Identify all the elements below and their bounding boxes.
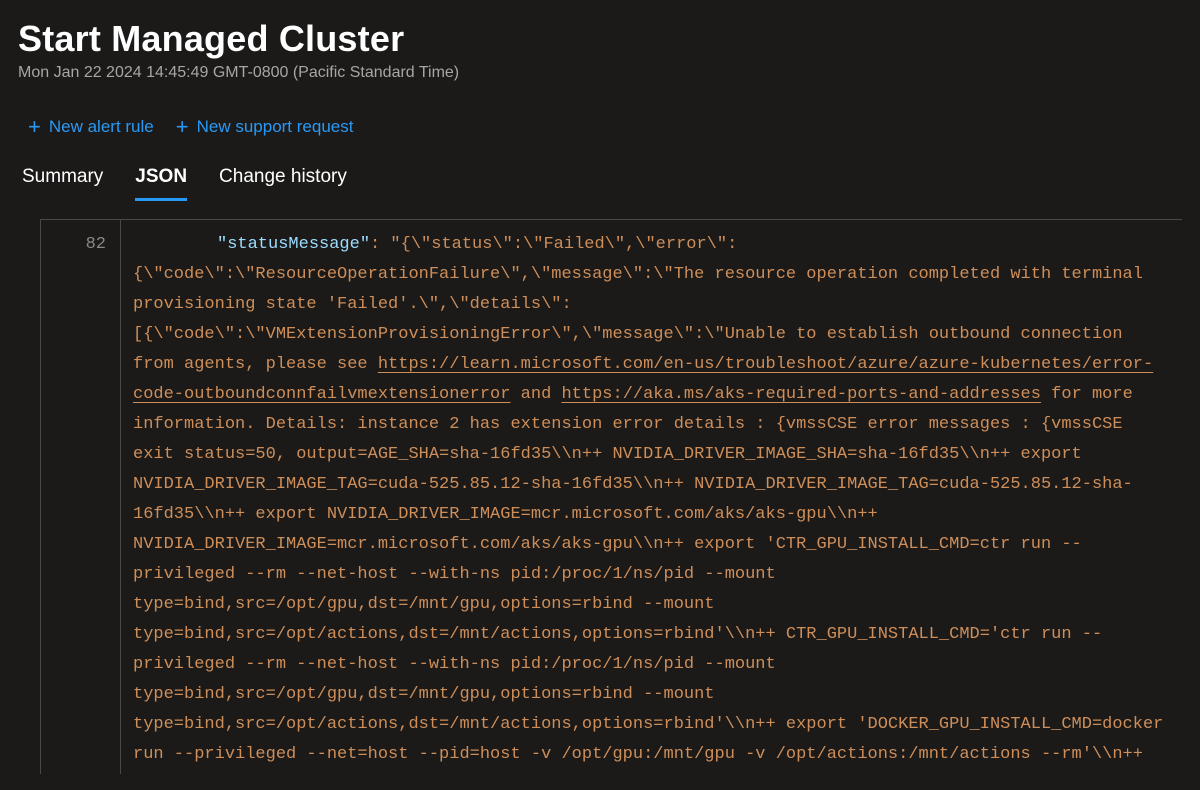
json-value-part1: : "{\"status\":\"Failed\",\"error\":{\"c…	[133, 235, 1153, 374]
new-alert-rule-button[interactable]: + New alert rule	[28, 116, 154, 138]
new-alert-label: New alert rule	[49, 117, 154, 137]
tab-summary[interactable]: Summary	[22, 166, 103, 201]
tab-change-history[interactable]: Change history	[219, 166, 347, 201]
line-number-gutter: 82	[41, 220, 121, 774]
json-value-part2: for more information. Details: instance …	[133, 385, 1174, 774]
json-value-between: and	[510, 385, 561, 404]
json-key: "statusMessage"	[217, 235, 370, 254]
detail-tabs: Summary JSON Change history	[18, 166, 1182, 201]
json-code-body[interactable]: "statusMessage": "{\"status\":\"Failed\"…	[121, 220, 1182, 774]
action-bar: + New alert rule + New support request	[18, 116, 1182, 138]
activity-log-detail-page: Start Managed Cluster Mon Jan 22 2024 14…	[0, 0, 1200, 774]
page-subtitle: Mon Jan 22 2024 14:45:49 GMT-0800 (Pacif…	[18, 64, 1182, 82]
doc-link-ports[interactable]: https://aka.ms/aks-required-ports-and-ad…	[561, 385, 1040, 404]
page-title: Start Managed Cluster	[18, 0, 1182, 60]
new-support-request-button[interactable]: + New support request	[176, 116, 354, 138]
plus-icon: +	[28, 116, 41, 138]
new-support-label: New support request	[197, 117, 354, 137]
json-code-panel: 82 "statusMessage": "{\"status\":\"Faile…	[40, 219, 1182, 774]
plus-icon: +	[176, 116, 189, 138]
tab-json[interactable]: JSON	[135, 166, 187, 201]
line-number: 82	[41, 230, 106, 260]
